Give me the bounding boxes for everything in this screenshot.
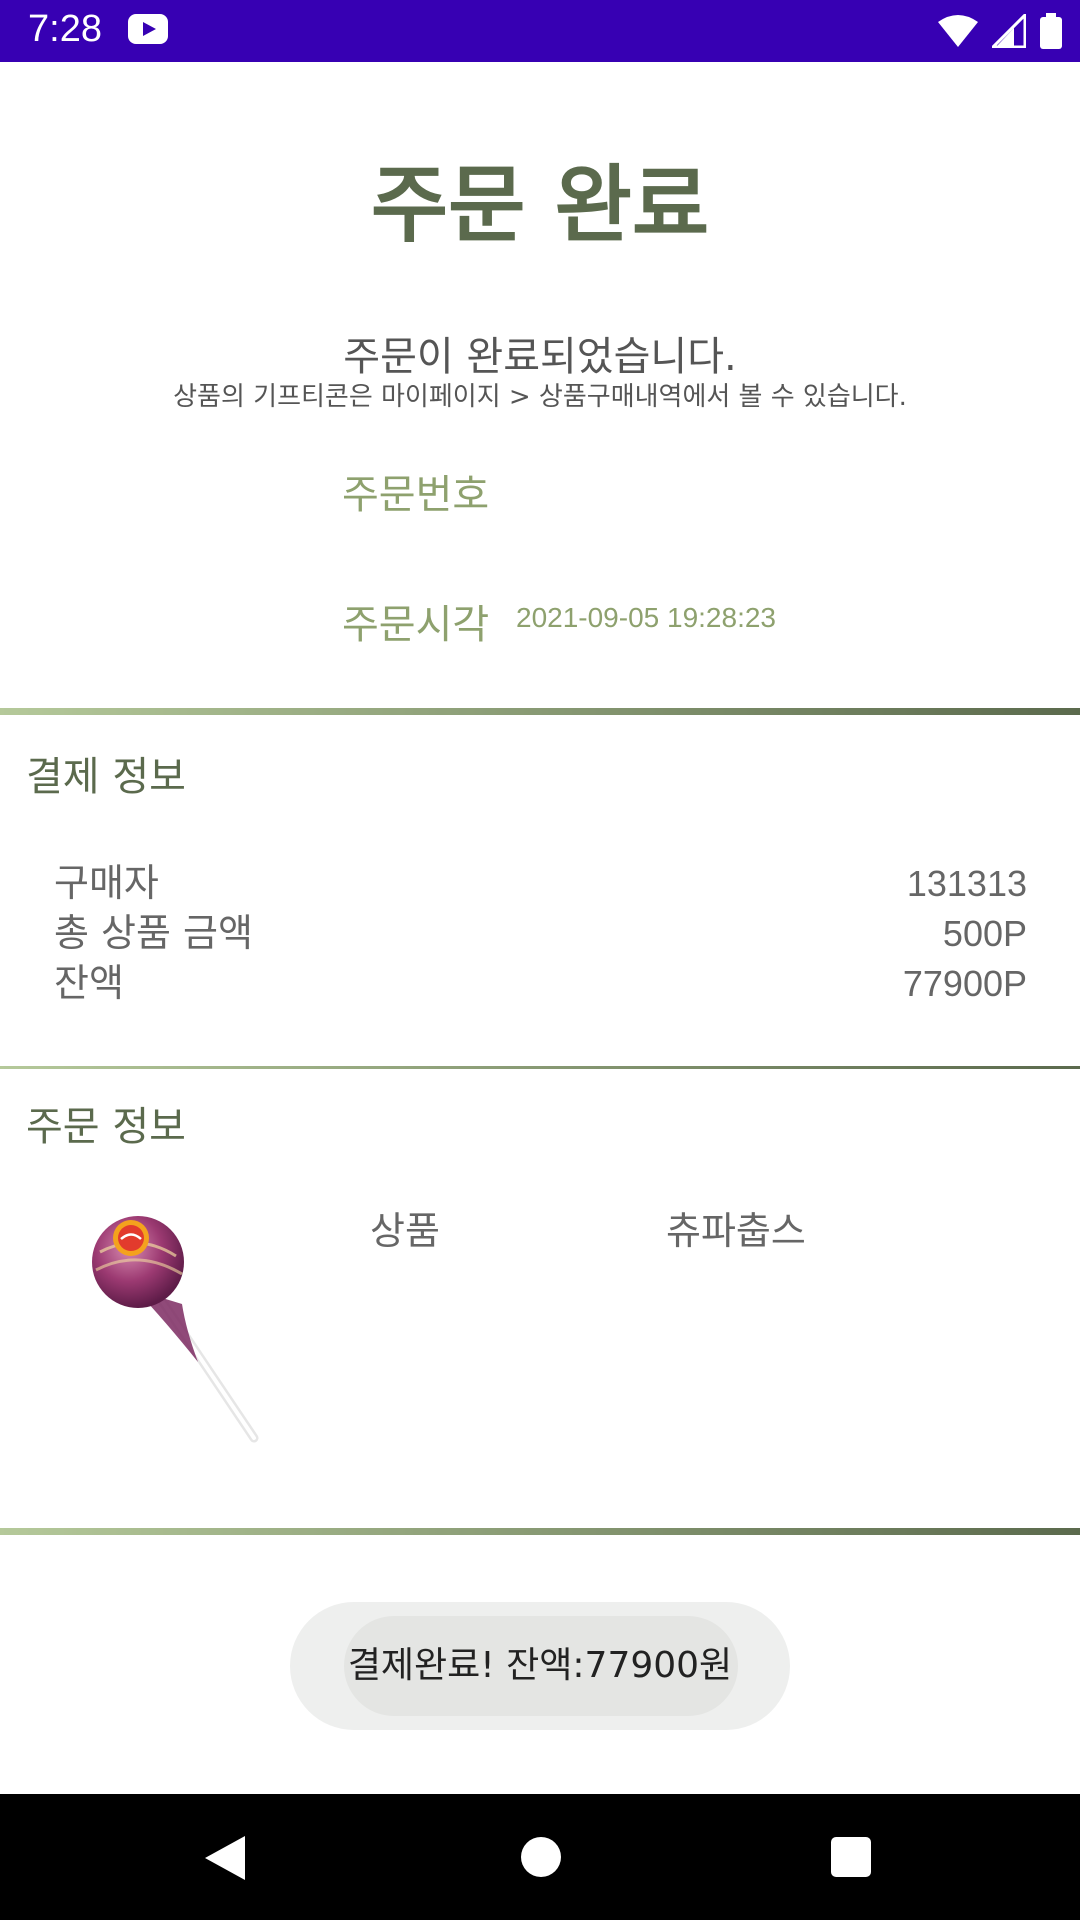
order-time-label: 주문시각 [342, 602, 490, 648]
page-title: 주문 완료 [370, 156, 710, 254]
balance-label: 잔액 [54, 961, 124, 1005]
order-time-value: 2021-09-05 19:28:23 [516, 602, 776, 633]
home-icon[interactable] [521, 1837, 561, 1877]
buyer-label: 구매자 [54, 861, 159, 905]
toast-text: 결제완료! 잔액:77900원 [347, 1645, 733, 1686]
battery-icon [1040, 13, 1062, 49]
back-icon[interactable] [205, 1836, 245, 1880]
completion-message: 주문이 완료되었습니다. [343, 334, 737, 380]
payment-row-total: 총 상품 금액 500P [54, 902, 1027, 957]
completion-sub-message: 상품의 기프티콘은 마이페이지 > 상품구매내역에서 볼 수 있습니다. [173, 382, 907, 412]
status-time: 7:28 [28, 8, 102, 50]
status-icons [938, 12, 1062, 50]
section-divider [0, 1066, 1080, 1069]
toast-message: 결제완료! 잔액:77900원 [290, 1602, 790, 1730]
total-amount-value: 500P [942, 913, 1027, 954]
navigation-bar [0, 1794, 1080, 1920]
buyer-value: 131313 [906, 863, 1027, 904]
payment-row-balance: 잔액 77900P [54, 952, 1027, 1007]
balance-value: 77900P [902, 963, 1027, 1004]
section-divider [0, 1528, 1080, 1535]
wifi-icon [938, 15, 978, 47]
signal-icon [992, 14, 1026, 48]
lollipop-image [92, 1216, 259, 1443]
payment-row-buyer: 구매자 131313 [54, 852, 1027, 907]
order-number-label: 주문번호 [342, 472, 490, 518]
total-amount-label: 총 상품 금액 [54, 911, 253, 955]
section-divider [0, 708, 1080, 715]
payment-section-title: 결제 정보 [26, 754, 186, 800]
youtube-icon [128, 14, 168, 44]
recent-apps-icon[interactable] [831, 1837, 871, 1877]
status-bar: 7:28 [0, 0, 1080, 62]
product-label: 상품 [370, 1209, 440, 1253]
order-info-section-title: 주문 정보 [26, 1104, 186, 1150]
product-name: 츄파춥스 [666, 1209, 806, 1253]
